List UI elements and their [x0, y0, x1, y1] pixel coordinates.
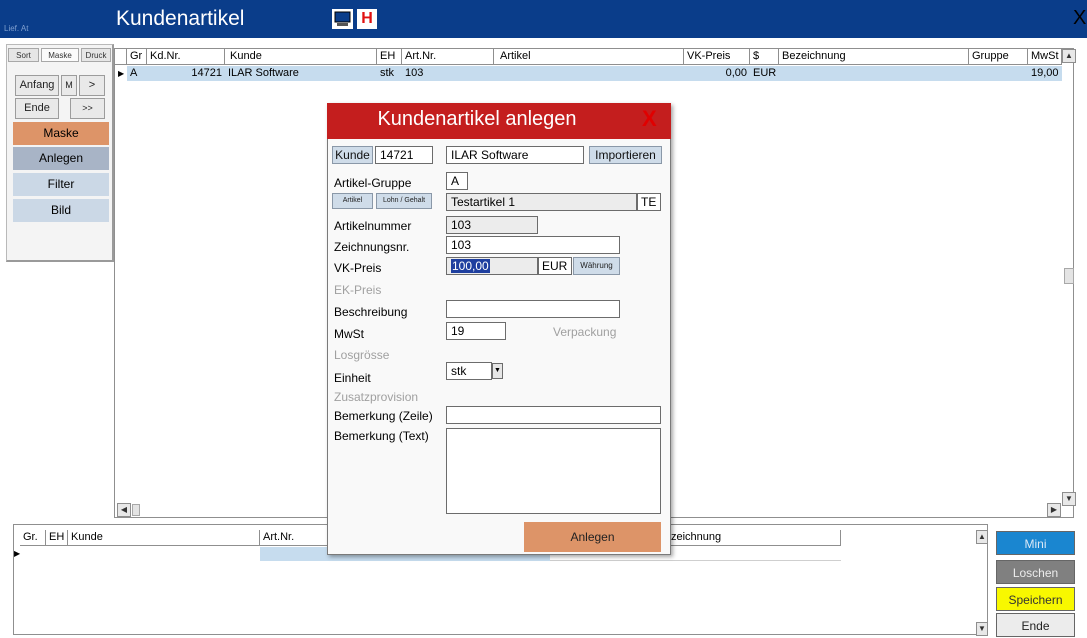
mwst-label: MwSt: [334, 327, 364, 341]
bottom-col-header-eh[interactable]: EH: [46, 530, 68, 546]
horizontal-scroll-thumb[interactable]: [132, 504, 140, 516]
kunde-button[interactable]: Kunde: [332, 146, 373, 164]
row-pointer-icon: ▶: [118, 69, 125, 78]
nav-last-button[interactable]: Ende: [15, 98, 59, 119]
col-header-waehrung[interactable]: $: [750, 49, 779, 65]
col-header-vkpreis[interactable]: VK-Preis: [684, 49, 750, 65]
row-indicator-header: [115, 49, 127, 65]
vkpreis-label: VK-Preis: [334, 261, 382, 275]
cell-vkpreis[interactable]: 0,00: [684, 66, 750, 81]
beschreibung-label: Beschreibung: [334, 305, 408, 319]
einheit-label: Einheit: [334, 371, 371, 385]
mwst-field[interactable]: 19: [446, 322, 506, 340]
app-title: Kundenartikel: [116, 7, 245, 30]
beschreibung-field[interactable]: [446, 300, 620, 318]
cell-artnr[interactable]: 103: [402, 66, 494, 81]
anlegen-button[interactable]: Anlegen: [524, 522, 661, 552]
artikel-gruppe-field[interactable]: A: [446, 172, 468, 190]
ende-button[interactable]: Ende: [996, 613, 1075, 637]
vertical-scroll-thumb[interactable]: [1064, 268, 1074, 284]
col-header-mwst[interactable]: MwSt: [1028, 49, 1062, 65]
h-badge-icon[interactable]: H: [357, 9, 377, 29]
cell-waehrung[interactable]: EUR: [750, 66, 779, 81]
bemerkung-text-label: Bemerkung (Text): [334, 429, 429, 443]
bottom-col-header-kunde[interactable]: Kunde: [68, 530, 260, 546]
vkpreis-selected-text: 100,00: [451, 259, 490, 273]
artikelnummer-field[interactable]: 103: [446, 216, 538, 234]
einheit-select[interactable]: stk: [446, 362, 492, 380]
monitor-icon[interactable]: [332, 9, 353, 29]
bemerkung-zeile-label: Bemerkung (Zeile): [334, 409, 433, 423]
tab-sort[interactable]: Sort: [8, 48, 39, 62]
corner-label: Lief. At: [4, 24, 29, 33]
artikel-gruppe-label: Artikel-Gruppe: [334, 176, 412, 190]
zeichnungsnr-label: Zeichnungsnr.: [334, 240, 410, 254]
importieren-button[interactable]: Importieren: [589, 146, 662, 164]
artikel-suffix-field[interactable]: TE: [637, 193, 661, 211]
kunde-nr-field[interactable]: 14721: [375, 146, 433, 164]
bemerkung-text-area[interactable]: [446, 428, 661, 514]
col-header-gruppe[interactable]: Gruppe: [969, 49, 1028, 65]
filter-button[interactable]: Filter: [13, 173, 109, 196]
cell-eh[interactable]: stk: [377, 66, 402, 81]
cell-kdnr[interactable]: 14721: [147, 66, 225, 81]
bild-button[interactable]: Bild: [13, 199, 109, 222]
zusatzprovision-label: Zusatzprovision: [334, 390, 419, 404]
scroll-up-icon[interactable]: ▲: [1062, 49, 1076, 63]
bottom-row-pointer-icon: ▶: [14, 549, 21, 558]
ekpreis-label: EK-Preis: [334, 283, 382, 297]
bottom-col-header-gr[interactable]: Gr.: [20, 530, 46, 546]
nav-next-page-button[interactable]: >>: [70, 98, 105, 119]
waehrung-button[interactable]: Währung: [573, 257, 620, 275]
cell-artikel[interactable]: [494, 66, 684, 81]
nav-first-button[interactable]: Anfang: [15, 75, 59, 96]
col-header-kunde[interactable]: Kunde: [225, 49, 377, 65]
col-header-artikel[interactable]: Artikel: [494, 49, 684, 65]
bottom-col-header-artnr[interactable]: Art.Nr.: [260, 530, 328, 546]
currency-field[interactable]: EUR: [538, 257, 572, 275]
zeichnungsnr-field[interactable]: 103: [446, 236, 620, 254]
nav-next-button[interactable]: >: [79, 75, 105, 96]
dialog-close-icon[interactable]: X: [642, 106, 657, 132]
col-header-artnr[interactable]: Art.Nr.: [402, 49, 494, 65]
scroll-down-icon[interactable]: ▼: [1062, 492, 1076, 506]
dialog-title: Kundenartikel anlegen: [377, 108, 577, 130]
speichern-button[interactable]: Speichern: [996, 587, 1075, 611]
scroll-left-icon[interactable]: ◀: [117, 503, 131, 517]
cell-gr[interactable]: A: [127, 66, 147, 81]
col-header-kdnr[interactable]: Kd.Nr.: [147, 49, 225, 65]
artikelnummer-label: Artikelnummer: [334, 219, 412, 233]
verpackung-label: Verpackung: [553, 325, 617, 339]
bottom-scroll-down-icon[interactable]: ▼: [976, 622, 988, 636]
losgroesse-label: Losgrösse: [334, 348, 390, 362]
cell-kunde[interactable]: ILAR Software: [225, 66, 377, 81]
lohn-gehalt-button[interactable]: Lohn / Gehalt: [376, 193, 432, 209]
bemerkung-zeile-field[interactable]: [446, 406, 661, 424]
mini-button[interactable]: Mini: [996, 531, 1075, 555]
loeschen-button[interactable]: Loschen: [996, 560, 1075, 584]
bottom-col-header-bezeichnung[interactable]: zeichnung: [671, 530, 841, 546]
col-header-bezeichnung[interactable]: Bezeichnung: [779, 49, 969, 65]
maske-button[interactable]: Maske: [13, 122, 109, 145]
kunde-name-field[interactable]: ILAR Software: [446, 146, 584, 164]
vkpreis-field[interactable]: 100,00: [446, 257, 538, 275]
tab-maske[interactable]: Maske: [41, 48, 79, 62]
artikel-name-field[interactable]: Testartikel 1: [446, 193, 637, 211]
dropdown-arrow-icon[interactable]: ▼: [492, 363, 503, 379]
cell-gruppe[interactable]: [969, 66, 1028, 81]
scroll-right-icon[interactable]: ▶: [1047, 503, 1061, 517]
col-header-eh[interactable]: EH: [377, 49, 402, 65]
cell-bezeichnung[interactable]: [779, 66, 969, 81]
bottom-scroll-up-icon[interactable]: ▲: [976, 530, 988, 544]
window-close-icon[interactable]: X: [1073, 8, 1086, 28]
col-header-gr[interactable]: Gr: [127, 49, 147, 65]
artikel-button[interactable]: Artikel: [332, 193, 373, 209]
tab-druck[interactable]: Druck: [81, 48, 111, 62]
anlegen-side-button[interactable]: Anlegen: [13, 147, 109, 170]
cell-mwst[interactable]: 19,00: [1028, 66, 1062, 81]
nav-m-button[interactable]: M: [61, 75, 77, 96]
